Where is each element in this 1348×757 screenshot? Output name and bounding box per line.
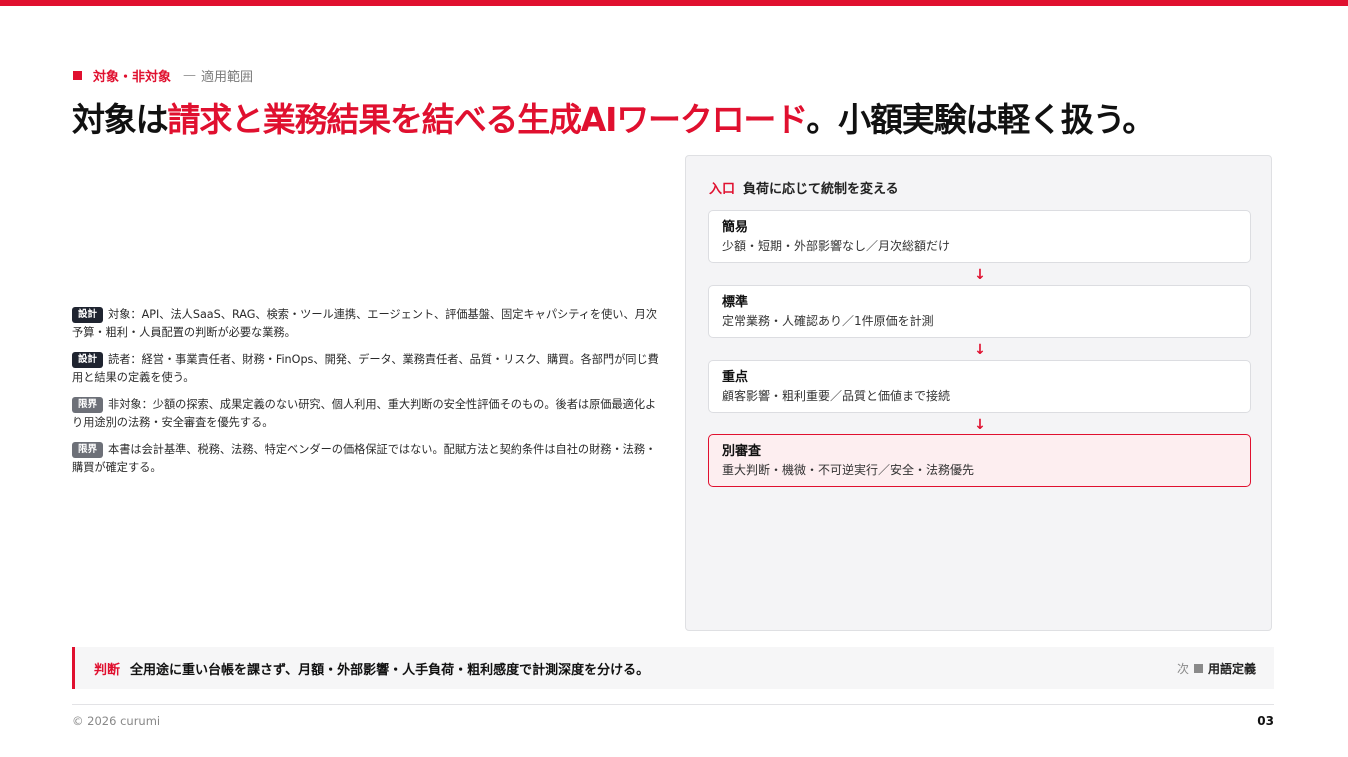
level-name: 標準 bbox=[722, 295, 749, 310]
next-section-link[interactable]: 次 用語定義 bbox=[1177, 647, 1256, 689]
level-name: 別審査 bbox=[722, 444, 762, 459]
eyebrow-label: 対象・非対象 bbox=[93, 69, 172, 85]
scope-item: 設計 読者：経営・事業責任者、財務・FinOps、開発、データ、業務責任者、品質・… bbox=[72, 351, 664, 387]
panel-heading-text: 負荷に応じて統制を変える bbox=[743, 182, 899, 197]
title-part-1: 対象は bbox=[72, 100, 169, 139]
title-part-2: 。小額実験は軽く扱う。 bbox=[806, 100, 1155, 139]
level-name: 重点 bbox=[722, 370, 749, 385]
level-card-focus: 重点 顧客影響・粗利重要／品質と価値まで接続 bbox=[708, 360, 1251, 413]
top-accent-bar bbox=[0, 0, 1348, 6]
decision-callout: 判断 全用途に重い台帳を課さず、月額・外部影響・人手負荷・粗利感度で計測深度を分… bbox=[72, 647, 1274, 689]
scope-item-text: 非対象：少額の探索、成果定義のない研究、個人利用、重大判断の安全性評価そのもの。… bbox=[72, 398, 657, 429]
level-card-simple: 簡易 少額・短期・外部影響なし／月次総額だけ bbox=[708, 210, 1251, 263]
arrow-down-icon: ↓ bbox=[974, 417, 986, 433]
control-level-panel: 入口 負荷に応じて統制を変える 簡易 少額・短期・外部影響なし／月次総額だけ ↓… bbox=[685, 155, 1272, 631]
scope-item: 限界 本書は会計基準、税務、法務、特定ベンダーの価格保証ではない。配賦方法と契約条… bbox=[72, 441, 664, 477]
limit-badge: 限界 bbox=[72, 397, 104, 413]
scope-list: 設計 対象：API、法人SaaS、RAG、検索・ツール連携、エージェント、評価基盤… bbox=[72, 306, 664, 486]
copyright: © 2026 curumi bbox=[72, 714, 161, 728]
scope-item-text: 対象：API、法人SaaS、RAG、検索・ツール連携、エージェント、評価基盤、固… bbox=[72, 308, 658, 339]
scope-item: 限界 非対象：少額の探索、成果定義のない研究、個人利用、重大判断の安全性評価そのも… bbox=[72, 396, 664, 432]
decision-text: 全用途に重い台帳を課さず、月額・外部影響・人手負荷・粗利感度で計測深度を分ける。 bbox=[130, 662, 650, 678]
level-card-standard: 標準 定常業務・人確認あり／1件原価を計測 bbox=[708, 285, 1251, 338]
design-badge: 設計 bbox=[72, 307, 104, 323]
level-description: 重大判断・機微・不可逆実行／安全・法務優先 bbox=[722, 463, 975, 477]
decision-label: 判断 bbox=[94, 662, 121, 678]
limit-badge: 限界 bbox=[72, 442, 104, 458]
level-name: 簡易 bbox=[722, 220, 749, 235]
eyebrow-sub: 適用範囲 bbox=[201, 69, 254, 85]
square-bullet-icon bbox=[73, 70, 82, 80]
level-description: 少額・短期・外部影響なし／月次総額だけ bbox=[722, 239, 951, 253]
level-description: 顧客影響・粗利重要／品質と価値まで接続 bbox=[722, 389, 951, 403]
panel-heading-label: 入口 bbox=[709, 182, 736, 197]
next-section-label: 用語定義 bbox=[1207, 661, 1256, 676]
arrow-down-icon: ↓ bbox=[974, 267, 986, 283]
square-icon bbox=[1193, 663, 1203, 673]
level-card-separate-review: 別審査 重大判断・機微・不可逆実行／安全・法務優先 bbox=[708, 434, 1251, 487]
next-prefix: 次 bbox=[1176, 661, 1189, 676]
eyebrow-separator: — bbox=[183, 67, 197, 83]
panel-heading: 入口 負荷に応じて統制を変える bbox=[709, 178, 899, 197]
scope-item-text: 読者：経営・事業責任者、財務・FinOps、開発、データ、業務責任者、品質・リス… bbox=[72, 353, 659, 384]
scope-item-text: 本書は会計基準、税務、法務、特定ベンダーの価格保証ではない。配賦方法と契約条件は… bbox=[72, 443, 657, 474]
page-number: 03 bbox=[1257, 714, 1274, 728]
footer-divider bbox=[72, 704, 1274, 705]
title-highlight: 請求と業務結果を結べる生成AIワークロード bbox=[167, 100, 807, 139]
level-description: 定常業務・人確認あり／1件原価を計測 bbox=[722, 314, 934, 328]
scope-item: 設計 対象：API、法人SaaS、RAG、検索・ツール連携、エージェント、評価基盤… bbox=[72, 306, 664, 342]
section-eyebrow: 対象・非対象 — 適用範囲 bbox=[73, 65, 253, 85]
design-badge: 設計 bbox=[72, 352, 104, 368]
arrow-down-icon: ↓ bbox=[974, 342, 986, 358]
page-title: 対象は請求と業務結果を結べる生成AIワークロード。小額実験は軽く扱う。 bbox=[72, 93, 1155, 141]
